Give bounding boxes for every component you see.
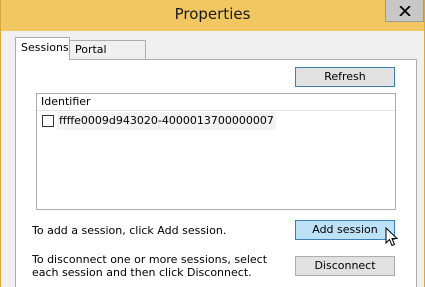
disconnect-button[interactable]: Disconnect bbox=[295, 256, 395, 276]
column-header-identifier[interactable]: Identifier bbox=[37, 94, 395, 111]
session-identifier: ffffe0009d943020-4000013700000007 bbox=[57, 112, 276, 130]
window-title: Properties bbox=[174, 5, 251, 23]
close-button[interactable] bbox=[385, 0, 424, 22]
disconnect-instruction: To disconnect one or more sessions, sele… bbox=[32, 253, 268, 279]
sessions-list[interactable]: Identifier ffffe0009d943020-400001370000… bbox=[36, 93, 396, 210]
session-checkbox[interactable] bbox=[42, 115, 54, 127]
mouse-pointer-icon bbox=[385, 227, 399, 247]
close-icon bbox=[399, 6, 411, 16]
properties-dialog: Properties Sessions Portal Groups Refres… bbox=[0, 0, 425, 287]
refresh-button[interactable]: Refresh bbox=[295, 67, 395, 87]
tab-portal-groups[interactable]: Portal Groups bbox=[69, 40, 146, 73]
title-bar[interactable]: Properties bbox=[1, 0, 424, 31]
sessions-tab-panel: Refresh Identifier ffffe0009d943020-4000… bbox=[15, 59, 417, 287]
add-session-button[interactable]: Add session bbox=[295, 220, 395, 240]
tab-sessions[interactable]: Sessions bbox=[15, 37, 70, 60]
dialog-client-area: Sessions Portal Groups Refresh Identifie… bbox=[1, 31, 424, 287]
add-session-instruction: To add a session, click Add session. bbox=[32, 224, 227, 237]
